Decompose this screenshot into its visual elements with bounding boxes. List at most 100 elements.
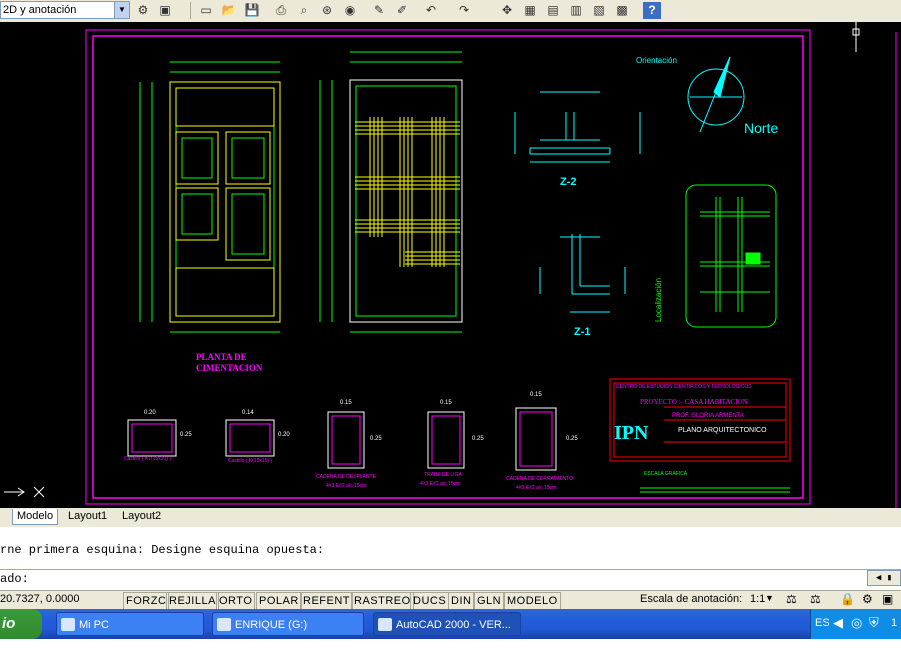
autoscale-icon[interactable]: ⚖	[810, 592, 821, 606]
tray-settings-icon[interactable]: ⚙	[862, 592, 873, 606]
drawing-canvas[interactable]: Orientación Norte PLANTA DE CIMENTACION …	[0, 22, 901, 508]
publish-icon[interactable]: ⊛	[318, 2, 336, 19]
north-compass	[687, 56, 745, 133]
taskbar-item-label: Mi PC	[79, 619, 109, 631]
annotation-visibility-icon[interactable]: ⚖	[786, 592, 797, 606]
blank-area	[0, 639, 901, 671]
open-icon[interactable]: 📂	[220, 2, 238, 19]
new-icon[interactable]: ▭	[197, 2, 215, 19]
toggle-osnap[interactable]: REFENT	[300, 592, 353, 610]
section-caption: Castillo ( K(15x15) )	[228, 458, 273, 464]
section-top-dim: 0.20	[144, 410, 156, 416]
tab-layout1[interactable]: Layout1	[64, 509, 111, 524]
language-indicator[interactable]: ES	[815, 617, 830, 629]
system-tray: ES ◀ ◎ ⛨ 1	[810, 609, 901, 639]
toggle-dyn[interactable]: DIN	[448, 592, 475, 610]
command-window: rne primera esquina: Designe esquina opu…	[0, 525, 901, 592]
foundation-title-line2: CIMENTACION	[196, 363, 263, 373]
title-block-school: CENTRO DE ESTUDIOS CIENTIFICOS Y TECNOLO…	[616, 384, 752, 390]
detail-z2-label: Z-2	[560, 176, 577, 188]
foundation-plan-right	[319, 51, 463, 333]
section-rebar: 4#3 E#2 a/c 15cm.	[516, 485, 558, 491]
toggle-grid[interactable]: REJILLA	[166, 592, 219, 610]
graphic-scale-label: ESCALA GRAFICA	[644, 471, 688, 477]
designcenter-icon[interactable]: ▤	[544, 2, 562, 19]
section-side-dim: 0.20	[278, 432, 290, 438]
section-side-dim: 0.25	[566, 436, 578, 442]
clean-screen-icon[interactable]: ▣	[882, 592, 893, 606]
sheetset-icon[interactable]: ▧	[590, 2, 608, 19]
start-button[interactable]: io	[0, 609, 42, 639]
section-caption: CADENA DE DESPLANTE	[316, 474, 377, 480]
command-scroll-icon[interactable]: ◀ ▮	[867, 570, 901, 586]
redo-icon[interactable]: ↷	[455, 2, 473, 19]
annotation-scale-label: Escala de anotación:	[640, 593, 743, 605]
section-side-dim: 0.25	[370, 436, 382, 442]
detail-z2	[514, 91, 641, 163]
chevron-down-icon[interactable]: ▼	[114, 2, 129, 18]
location-sketch	[685, 184, 777, 328]
title-block-project: PROYECTO :- CASA HABITACION	[640, 398, 748, 406]
shield-icon[interactable]: ⛨	[869, 615, 879, 631]
taskbar-item-label: AutoCAD 2000 - VER...	[396, 619, 511, 631]
toggle-otrack[interactable]: RASTREO	[351, 592, 414, 610]
lock-icon[interactable]: 🔒	[840, 592, 855, 606]
section-top-dim: 0.14	[242, 410, 254, 416]
autocad-icon	[378, 618, 392, 631]
taskbar-item-autocad[interactable]: AutoCAD 2000 - VER...	[373, 612, 521, 636]
toggle-polar[interactable]: POLAR	[256, 592, 302, 610]
help-icon[interactable]: ?	[643, 2, 661, 19]
title-block-logo: IPN	[614, 422, 649, 444]
section-side-dim: 0.25	[472, 436, 484, 442]
orientation-label: Orientación	[636, 56, 677, 65]
foundation-title-line1: PLANTA DE	[196, 352, 247, 362]
cut-icon[interactable]: ✎	[370, 2, 388, 19]
toggle-model[interactable]: MODELO	[504, 592, 561, 610]
network-icon[interactable]: ◎	[851, 615, 862, 631]
undo-icon[interactable]: ↶	[422, 2, 440, 19]
taskbar-item-drive[interactable]: ENRIQUE (G:)	[212, 612, 364, 636]
taskbar-item-mypc[interactable]: Mi PC	[56, 612, 204, 636]
tab-model[interactable]: Modelo	[12, 509, 59, 525]
show-hidden-icon[interactable]: ◀	[833, 615, 843, 631]
workspace-combo[interactable]: 2D y anotación ▼	[0, 1, 130, 19]
section-details	[127, 407, 557, 471]
tab-layout2[interactable]: Layout2	[118, 509, 165, 524]
toolbar-lock-icon[interactable]: ▣	[156, 2, 174, 19]
chevron-down-icon[interactable]: ▼	[765, 593, 774, 603]
properties-icon[interactable]: ▦	[521, 2, 539, 19]
section-rebar: 4#3 E#2 a/c 15cm.	[326, 483, 368, 489]
clock[interactable]: 1	[891, 617, 897, 629]
section-side-dim: 0.25	[180, 432, 192, 438]
section-top-dim: 0.15	[340, 400, 352, 406]
calc-icon[interactable]: ▩	[613, 2, 631, 19]
preview-icon[interactable]: ⌕	[295, 2, 313, 19]
command-input[interactable]: ado:	[0, 569, 901, 588]
section-rebar: 4#3 E#2 a/c 15cm.	[420, 481, 462, 487]
computer-icon	[61, 618, 75, 631]
ucs-icon	[4, 486, 45, 498]
toggle-ortho[interactable]: ORTO	[216, 592, 256, 610]
workspace-settings-icon[interactable]: ⚙	[134, 2, 152, 19]
north-label: Norte	[744, 120, 779, 136]
toggle-snap[interactable]: FORZC	[123, 592, 170, 610]
pan-icon[interactable]: ✥	[498, 2, 516, 19]
annotation-scale-dropdown[interactable]: 1:1	[750, 593, 765, 605]
coordinate-readout: 20.7327, 0.0000	[0, 593, 80, 605]
toggle-lwt[interactable]: GLN	[474, 592, 505, 610]
matchprop-icon[interactable]: ✐	[393, 2, 411, 19]
foundation-plan-left	[139, 61, 281, 333]
windows-taskbar: io Mi PC ENRIQUE (G:) AutoCAD 2000 - VER…	[0, 609, 901, 639]
save-icon[interactable]: 💾	[243, 2, 261, 19]
etransmit-icon[interactable]: ◉	[341, 2, 359, 19]
standard-toolbar: 2D y anotación ▼ ⚙ ▣ ▭ 📂 💾 ⎙ ⌕ ⊛ ◉ ✎ ✐ ↶…	[0, 0, 901, 23]
status-bar: 20.7327, 0.0000 FORZC REJILLA ORTO POLAR…	[0, 590, 901, 610]
detail-z1-label: Z-1	[574, 326, 591, 338]
print-icon[interactable]: ⎙	[272, 2, 290, 19]
toolpalette-icon[interactable]: ▥	[567, 2, 585, 19]
section-caption: CADENA DE CERRAMIENTO	[506, 476, 574, 482]
toolbar-separator	[190, 2, 191, 19]
toggle-ducs[interactable]: DUCS	[410, 592, 450, 610]
title-block-professor: PROF. GLORIA ARMENTA	[672, 413, 744, 419]
command-history: rne primera esquina: Designe esquina opu…	[0, 543, 325, 557]
